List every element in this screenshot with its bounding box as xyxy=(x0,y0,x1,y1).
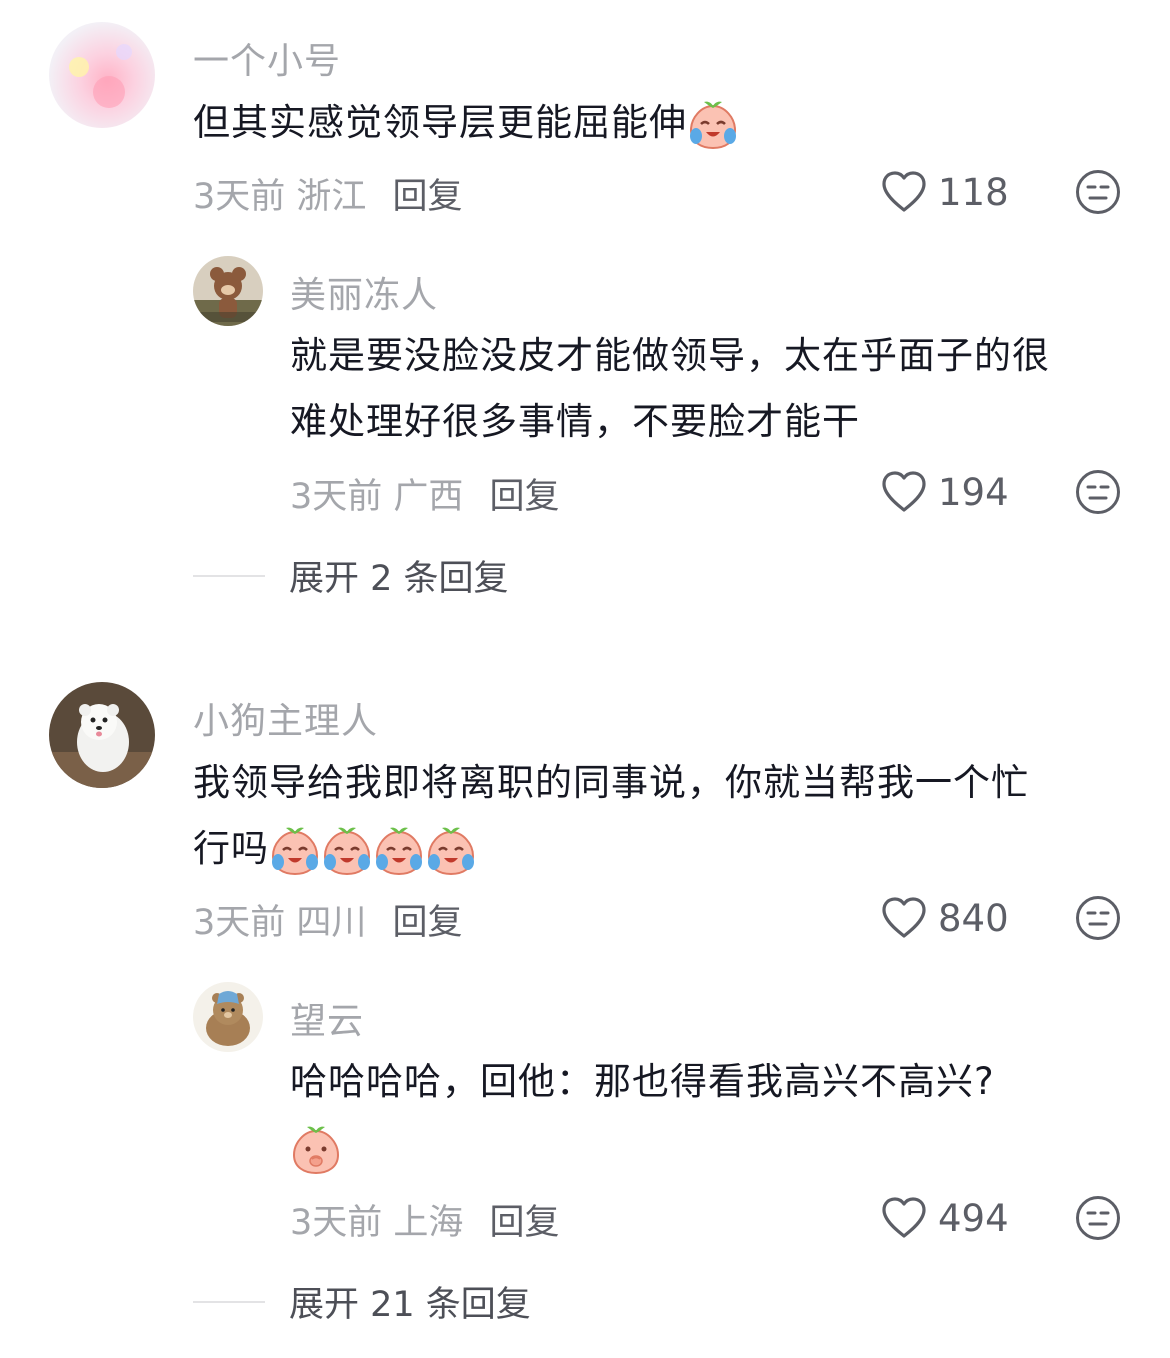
username[interactable]: 美丽冻人 xyxy=(290,266,438,318)
thinking-peach-emoji xyxy=(290,1125,342,1175)
like-count: 494 xyxy=(938,1196,1009,1240)
comment-text xyxy=(290,1115,342,1181)
comment-meta: 3天前 上海 回复 xyxy=(290,1194,559,1245)
reply-button[interactable]: 回复 xyxy=(489,1194,559,1245)
username[interactable]: 一个小号 xyxy=(193,32,341,84)
like-button[interactable]: 840 xyxy=(880,896,1009,940)
username[interactable]: 望云 xyxy=(290,992,364,1044)
comment-text-line: 难处理好很多事情，不要脸才能干 xyxy=(290,400,860,443)
comment-meta: 3天前 广西 回复 xyxy=(290,468,559,519)
comment-text-line: 就是要没脸没皮才能做领导，太在乎面子的很 xyxy=(290,334,1050,377)
like-count: 194 xyxy=(938,470,1009,514)
timestamp: 3天前 浙江 xyxy=(193,177,367,217)
comment-text-line: 哈哈哈哈，回他：那也得看我高兴不高兴? xyxy=(290,1060,995,1103)
like-button[interactable]: 194 xyxy=(880,470,1009,514)
comment-text-content: 行吗 xyxy=(193,827,269,870)
avatar[interactable] xyxy=(193,982,263,1052)
avatar[interactable] xyxy=(49,22,155,128)
comment-text-content: 但其实感觉领导层更能屈能伸 xyxy=(193,101,687,144)
comment-meta: 3天前 四川 回复 xyxy=(193,894,462,945)
divider xyxy=(193,574,265,577)
heart-outline-icon xyxy=(880,470,928,514)
heart-outline-icon xyxy=(880,1196,928,1240)
expand-replies-label: 展开 2 条回复 xyxy=(289,559,509,599)
neutral-face-icon[interactable] xyxy=(1075,469,1121,515)
username[interactable]: 小狗主理人 xyxy=(193,692,378,744)
neutral-face-icon[interactable] xyxy=(1075,895,1121,941)
avatar[interactable] xyxy=(193,256,263,326)
timestamp: 3天前 广西 xyxy=(290,477,464,517)
avatar[interactable] xyxy=(49,682,155,788)
expand-replies-button[interactable]: 展开 21 条回复 xyxy=(193,1276,531,1327)
expand-replies-button[interactable]: 展开 2 条回复 xyxy=(193,550,509,601)
reply-button[interactable]: 回复 xyxy=(489,468,559,519)
crying-peach-emoji xyxy=(425,826,477,876)
comment-text-line: 我领导给我即将离职的同事说，你就当帮我一个忙 xyxy=(193,761,1029,804)
crying-peach-emoji xyxy=(373,826,425,876)
timestamp: 3天前 上海 xyxy=(290,1203,464,1243)
crying-peach-emoji xyxy=(269,826,321,876)
comment-meta: 3天前 浙江 回复 xyxy=(193,168,462,219)
like-count: 118 xyxy=(938,170,1009,214)
comment-text: 行吗 xyxy=(193,816,477,882)
like-count: 840 xyxy=(938,896,1009,940)
neutral-face-icon[interactable] xyxy=(1075,1195,1121,1241)
divider xyxy=(193,1300,265,1303)
reply-button[interactable]: 回复 xyxy=(392,168,462,219)
like-button[interactable]: 118 xyxy=(880,170,1009,214)
heart-outline-icon xyxy=(880,896,928,940)
crying-peach-emoji xyxy=(321,826,373,876)
neutral-face-icon[interactable] xyxy=(1075,169,1121,215)
like-button[interactable]: 494 xyxy=(880,1196,1009,1240)
expand-replies-label: 展开 21 条回复 xyxy=(289,1285,531,1325)
reply-button[interactable]: 回复 xyxy=(392,894,462,945)
comment-text: 但其实感觉领导层更能屈能伸 xyxy=(193,90,739,156)
timestamp: 3天前 四川 xyxy=(193,903,367,943)
crying-peach-emoji xyxy=(687,100,739,150)
heart-outline-icon xyxy=(880,170,928,214)
